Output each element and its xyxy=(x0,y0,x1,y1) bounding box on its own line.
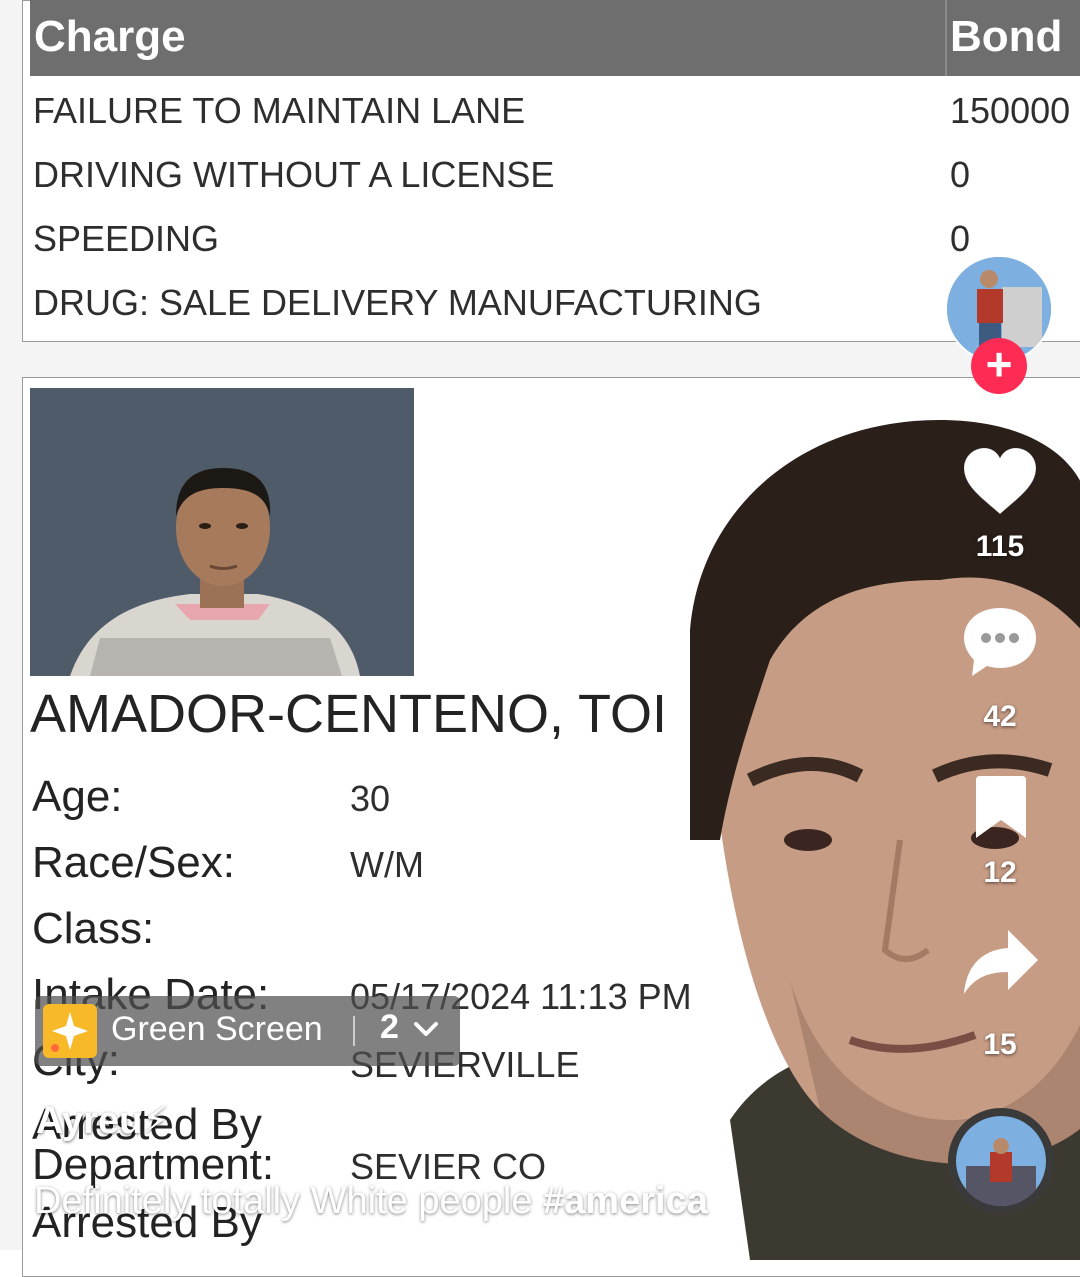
caption-text: Definitely totally White people xyxy=(34,1180,544,1222)
charge-column-header: Charge xyxy=(34,12,186,61)
comment-icon xyxy=(964,608,1036,676)
bond-cell: 150000 xyxy=(950,90,1071,131)
sparkle-icon xyxy=(43,1004,97,1058)
header-divider xyxy=(945,0,947,76)
music-disc-illustration xyxy=(956,1116,1046,1206)
effect-divider xyxy=(353,1016,355,1046)
race-sex-value: W/M xyxy=(350,844,424,885)
heart-icon xyxy=(963,447,1037,515)
music-disc[interactable] xyxy=(948,1108,1054,1214)
video-caption: Definitely totally White people #america xyxy=(34,1180,708,1223)
sparkle-glyph xyxy=(51,1012,88,1052)
effect-pill[interactable]: Green Screen 2 xyxy=(35,996,460,1066)
age-value: 30 xyxy=(350,778,391,819)
bookmark-count: 12 xyxy=(983,856,1017,889)
mugshot-illustration xyxy=(30,388,414,676)
effect-name: Green Screen xyxy=(111,1010,323,1048)
inmate-name: AMADOR-CENTENO, TOI xyxy=(30,684,668,744)
charge-cell: DRIVING WITHOUT A LICENSE xyxy=(33,154,555,195)
effect-count: 2 xyxy=(380,1008,399,1046)
charge-cell: FAILURE TO MAINTAIN LANE xyxy=(33,90,526,131)
charges-table-header xyxy=(30,0,1080,76)
bond-column-header: Bond xyxy=(950,12,1063,61)
bond-cell: 0 xyxy=(950,154,971,195)
charge-cell: SPEEDING xyxy=(33,218,220,259)
share-button[interactable] xyxy=(962,928,1040,1003)
class-label: Class: xyxy=(32,904,155,953)
comment-button[interactable] xyxy=(962,606,1038,683)
age-label: Age: xyxy=(32,772,123,821)
race-sex-label: Race/Sex: xyxy=(32,838,235,887)
share-icon xyxy=(964,930,1038,994)
chevron-down-icon xyxy=(413,1016,439,1047)
hashtag-link[interactable]: #america xyxy=(543,1180,708,1222)
bookmark-button[interactable] xyxy=(972,776,1030,845)
plus-icon: + xyxy=(985,338,1013,390)
bond-cell: 0 xyxy=(950,218,971,259)
share-count: 15 xyxy=(983,1028,1017,1061)
mugshot-photo xyxy=(30,388,414,676)
bookmark-icon xyxy=(976,776,1026,838)
chevron-glyph xyxy=(414,1022,438,1036)
follow-button[interactable]: + xyxy=(971,338,1027,394)
charge-cell: DRUG: SALE DELIVERY MANUFACTURING xyxy=(33,282,762,323)
like-count: 115 xyxy=(975,530,1025,563)
creator-username[interactable]: Ayreu⚡ xyxy=(36,1098,169,1143)
comment-count: 42 xyxy=(983,700,1017,733)
like-button[interactable] xyxy=(962,446,1038,521)
